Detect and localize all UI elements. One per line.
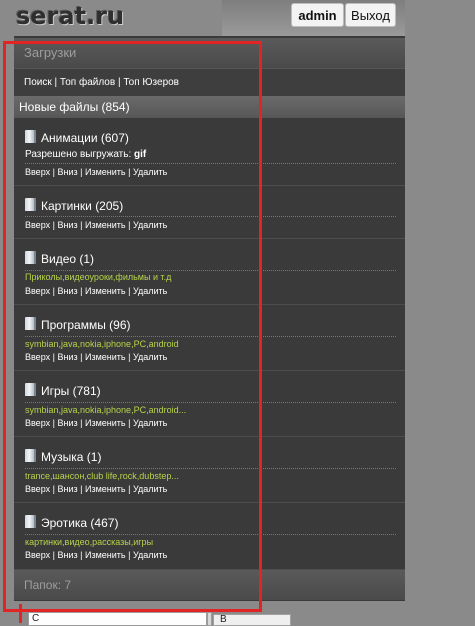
highlight-marker <box>19 604 22 623</box>
delete-link[interactable]: Удалить <box>133 220 167 230</box>
move-up-link[interactable]: Вверх <box>25 286 50 296</box>
move-up-link[interactable]: Вверх <box>25 220 50 230</box>
delete-link[interactable]: Удалить <box>133 352 167 362</box>
folder-icon <box>25 383 36 396</box>
category-item: Музыка (1) trance,шансон,club life,rock,… <box>14 437 405 503</box>
category-actions: Вверх | Вниз | Изменить | Удалить <box>25 220 168 230</box>
move-up-link[interactable]: Вверх <box>25 484 50 494</box>
category-title[interactable]: Анимации (607) <box>25 130 129 145</box>
separator: | <box>117 77 121 88</box>
delete-link[interactable]: Удалить <box>133 167 167 177</box>
category-item: Картинки (205) Вверх | Вниз | Изменить |… <box>14 186 405 239</box>
move-down-link[interactable]: Вниз <box>57 484 77 494</box>
divider <box>25 468 396 469</box>
top-bar: serat.ru admin Выход <box>0 0 475 36</box>
category-item: Видео (1) Приколы,видеоуроки,фильмы и т.… <box>14 239 405 305</box>
move-down-link[interactable]: Вниз <box>57 220 77 230</box>
move-down-link[interactable]: Вниз <box>57 550 77 560</box>
category-description: symbian,java,nokia,iphone,PC,android <box>25 339 179 349</box>
folders-count: Папок: 7 <box>14 570 405 600</box>
category-description: trance,шансон,club life,rock,dubstep... <box>25 471 179 481</box>
category-description: symbian,java,nokia,iphone,PC,android... <box>25 405 187 415</box>
site-logo[interactable]: serat.ru <box>16 2 124 30</box>
category-actions: Вверх | Вниз | Изменить | Удалить <box>25 418 168 428</box>
move-down-link[interactable]: Вниз <box>57 418 77 428</box>
folder-icon <box>25 515 36 528</box>
category-title[interactable]: Картинки (205) <box>25 198 123 213</box>
divider <box>25 336 396 337</box>
move-down-link[interactable]: Вниз <box>57 286 77 296</box>
delete-link[interactable]: Удалить <box>133 550 167 560</box>
folder-icon <box>25 251 36 264</box>
category-title[interactable]: Видео (1) <box>25 251 94 266</box>
category-item: Эротика (467) картинки,видео,рассказы,иг… <box>14 503 405 570</box>
move-down-link[interactable]: Вниз <box>57 352 77 362</box>
divider <box>25 402 396 403</box>
category-actions: Вверх | Вниз | Изменить | Удалить <box>25 167 168 177</box>
category-actions: Вверх | Вниз | Изменить | Удалить <box>25 286 168 296</box>
section-title: Загрузки <box>14 38 405 68</box>
delete-link[interactable]: Удалить <box>133 286 167 296</box>
category-item: Игры (781) symbian,java,nokia,iphone,PC,… <box>14 371 405 437</box>
edit-link[interactable]: Изменить <box>85 220 126 230</box>
move-up-link[interactable]: Вверх <box>25 352 50 362</box>
move-up-link[interactable]: Вверх <box>25 418 50 428</box>
bottom-button[interactable]: В <box>213 614 291 626</box>
divider <box>25 216 396 217</box>
bottom-input[interactable]: С <box>28 612 207 626</box>
separator: | <box>54 77 58 88</box>
top-users-link[interactable]: Топ Юзеров <box>123 77 179 88</box>
edit-link[interactable]: Изменить <box>85 550 126 560</box>
edit-link[interactable]: Изменить <box>85 167 126 177</box>
category-actions: Вверх | Вниз | Изменить | Удалить <box>25 550 168 560</box>
divider <box>25 534 396 535</box>
folder-icon <box>25 130 36 143</box>
nav-links: Поиск | Топ файлов | Топ Юзеров <box>14 68 405 96</box>
category-actions: Вверх | Вниз | Изменить | Удалить <box>25 352 168 362</box>
category-description: Приколы,видеоуроки,фильмы и т.д <box>25 272 172 282</box>
edit-link[interactable]: Изменить <box>85 484 126 494</box>
delete-link[interactable]: Удалить <box>133 484 167 494</box>
category-title[interactable]: Программы (96) <box>25 317 131 332</box>
folder-icon <box>25 198 36 211</box>
new-files-header[interactable]: Новые файлы (854) <box>14 96 405 118</box>
category-title[interactable]: Игры (781) <box>25 383 101 398</box>
category-title[interactable]: Музыка (1) <box>25 449 101 464</box>
category-description: Разрешено выгружать: gif <box>25 149 147 160</box>
category-item: Программы (96) symbian,java,nokia,iphone… <box>14 305 405 371</box>
move-up-link[interactable]: Вверх <box>25 550 50 560</box>
search-link[interactable]: Поиск <box>24 77 52 88</box>
category-description: картинки,видео,рассказы,игры <box>25 537 154 547</box>
edit-link[interactable]: Изменить <box>85 352 126 362</box>
top-files-link[interactable]: Топ файлов <box>60 77 115 88</box>
edit-link[interactable]: Изменить <box>85 286 126 296</box>
divider <box>25 163 396 164</box>
divider <box>25 270 396 271</box>
admin-button[interactable]: admin <box>291 3 344 27</box>
move-up-link[interactable]: Вверх <box>25 167 50 177</box>
category-actions: Вверх | Вниз | Изменить | Удалить <box>25 484 168 494</box>
folder-icon <box>25 449 36 462</box>
move-down-link[interactable]: Вниз <box>57 167 77 177</box>
input-dropdown-handle[interactable] <box>207 612 212 626</box>
edit-link[interactable]: Изменить <box>85 418 126 428</box>
logout-button[interactable]: Выход <box>345 3 396 27</box>
folder-icon <box>25 317 36 330</box>
delete-link[interactable]: Удалить <box>133 418 167 428</box>
category-title[interactable]: Эротика (467) <box>25 515 118 530</box>
category-item: Анимации (607) Разрешено выгружать: gif … <box>14 118 405 186</box>
